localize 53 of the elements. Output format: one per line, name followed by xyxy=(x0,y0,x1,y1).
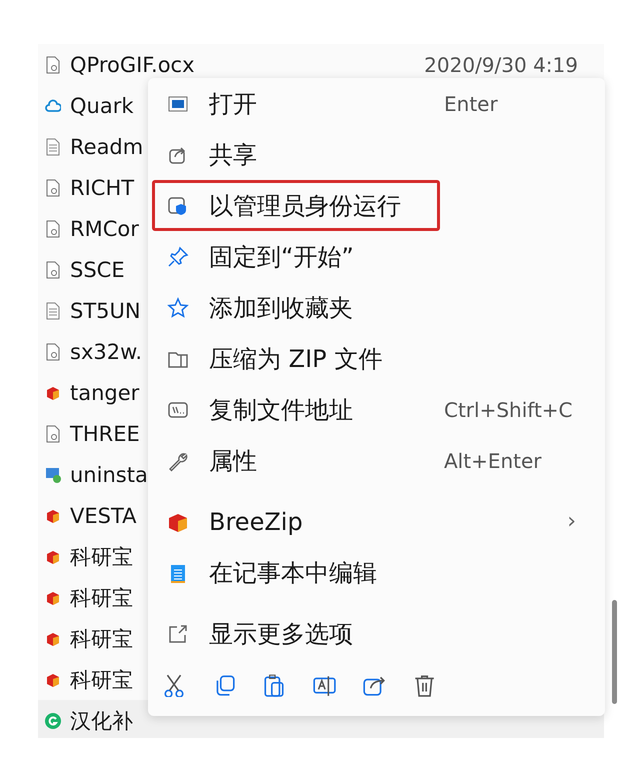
menu-item[interactable]: 打开 Enter xyxy=(152,78,601,129)
cloud-icon xyxy=(45,96,61,114)
menu-item[interactable]: 以管理员身份运行 xyxy=(152,180,440,231)
file-name[interactable]: QProGIF.ocx xyxy=(70,52,195,76)
chevron-icon: › xyxy=(567,509,576,534)
menu-item[interactable]: 显示更多选项 xyxy=(152,608,601,659)
file-name[interactable]: RICHT xyxy=(70,176,134,200)
menu-item[interactable]: 复制文件地址 Ctrl+Shift+C xyxy=(152,384,601,435)
file-date: 2020/9/30 4:19 xyxy=(424,52,578,76)
file-name[interactable]: SSCE xyxy=(70,258,125,282)
round-app-icon xyxy=(45,712,61,730)
shield-window-icon xyxy=(167,194,189,216)
installer-icon xyxy=(45,466,61,484)
file-name[interactable]: 汉化补 xyxy=(70,706,133,734)
text-file-icon xyxy=(45,302,61,320)
clipboard-icon xyxy=(262,673,286,697)
file-icon xyxy=(45,342,61,360)
menu-item[interactable]: 压缩为 ZIP 文件 xyxy=(152,333,601,384)
text-file-icon xyxy=(45,138,61,156)
file-name[interactable]: THREE xyxy=(70,422,140,446)
cut-button[interactable] xyxy=(162,673,186,697)
file-icon xyxy=(45,260,61,278)
file-icon xyxy=(45,56,61,74)
menu-item[interactable]: 属性 Alt+Enter xyxy=(152,435,601,486)
menu-item[interactable]: BreeZip › xyxy=(152,496,601,547)
clipboard-button[interactable] xyxy=(262,673,286,697)
expand-icon xyxy=(167,622,189,644)
file-name[interactable]: 科研宝 xyxy=(70,584,133,612)
file-name[interactable]: Quark xyxy=(70,94,134,118)
menu-item[interactable]: 共享 xyxy=(152,129,601,180)
file-name[interactable]: 科研宝 xyxy=(70,624,133,652)
file-icon xyxy=(45,178,61,196)
shortcut-text: Ctrl+Shift+C xyxy=(444,398,574,422)
menu-item[interactable]: 固定到“开始” xyxy=(152,231,601,282)
file-name[interactable]: ST5UN xyxy=(70,298,141,322)
file-name[interactable]: 科研宝 xyxy=(70,542,133,570)
menu-item[interactable]: 添加到收藏夹 xyxy=(152,282,601,333)
file-icon xyxy=(45,424,61,442)
menu-item[interactable]: 在记事本中编辑 xyxy=(152,547,601,598)
file-name[interactable]: uninsta xyxy=(70,462,148,486)
file-name[interactable]: RMCor xyxy=(70,216,139,240)
file-name[interactable]: tanger xyxy=(70,380,140,404)
file-name[interactable]: VESTA xyxy=(70,504,137,528)
file-name[interactable]: Readm xyxy=(70,134,144,158)
shortcut-text: Enter xyxy=(444,92,499,116)
shortcut-text: Alt+Enter xyxy=(444,448,543,472)
file-icon xyxy=(45,220,61,238)
pin-icon xyxy=(167,246,189,268)
file-name[interactable]: 科研宝 xyxy=(70,666,133,694)
star-icon xyxy=(167,296,189,318)
file-name[interactable]: sx32w. xyxy=(70,340,142,364)
cut-icon xyxy=(162,673,186,697)
scrollbar-thumb[interactable] xyxy=(612,600,617,704)
